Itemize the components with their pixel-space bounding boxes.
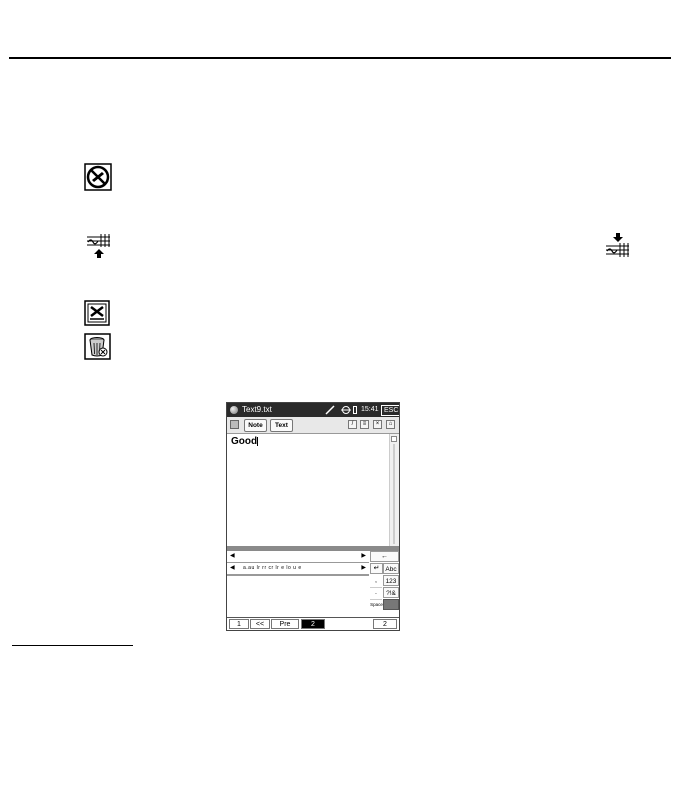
scroll-thumb[interactable] xyxy=(391,436,397,442)
close-icon[interactable]: × xyxy=(373,420,382,429)
delete-page-icon xyxy=(84,300,110,326)
page-navigator: 1 << Pre 2 2 xyxy=(227,617,399,630)
comma-key[interactable]: , xyxy=(370,576,382,588)
menu-icon[interactable] xyxy=(230,420,239,429)
text-button[interactable]: Text xyxy=(270,419,293,432)
right-arrow-icon[interactable]: ▶ xyxy=(361,551,366,562)
prev-button[interactable]: Pre xyxy=(271,619,299,629)
left-arrow-icon[interactable]: ◀ xyxy=(230,551,235,562)
candidate-row[interactable]: ◀ a.au lr rr cr lr e lo u e ▶ xyxy=(227,563,369,575)
note-button[interactable]: Note xyxy=(244,419,267,432)
enter-button[interactable]: ↵ xyxy=(370,563,383,574)
first-page-button[interactable]: 1 xyxy=(229,619,249,629)
current-page: 2 xyxy=(301,619,325,629)
text-caret xyxy=(257,436,259,446)
header-rule xyxy=(9,57,671,59)
input-row[interactable]: ◀ ▶ xyxy=(227,551,369,563)
left-arrow-icon[interactable]: ◀ xyxy=(230,563,235,574)
pen-tool-icon[interactable]: / xyxy=(348,420,357,429)
scroll-rail xyxy=(393,444,395,544)
toolbar: Note Text / ≡ × ⌂ xyxy=(227,417,399,434)
trash-icon[interactable]: ⌂ xyxy=(386,420,395,429)
move-up-icon xyxy=(86,233,112,259)
vertical-scrollbar[interactable] xyxy=(389,434,399,546)
clock: 15:41 xyxy=(361,406,379,413)
handwriting-area[interactable] xyxy=(227,575,369,614)
battery-icon xyxy=(353,406,357,414)
document-text-area[interactable]: Good xyxy=(228,434,388,546)
format-icon[interactable]: ≡ xyxy=(360,420,369,429)
move-down-icon xyxy=(605,232,631,258)
keyboard-icon[interactable] xyxy=(383,599,399,610)
esc-button[interactable]: ESC xyxy=(381,405,399,416)
title-bar: Text9.txt 15:41 ESC xyxy=(227,403,399,417)
number-mode-button[interactable]: 123 xyxy=(383,575,399,586)
right-arrow-icon[interactable]: ▶ xyxy=(361,563,366,574)
file-name: Text9.txt xyxy=(242,405,272,414)
symbol-mode-button[interactable]: ?!& xyxy=(383,587,399,598)
back-button[interactable]: << xyxy=(250,619,270,629)
app-icon xyxy=(230,406,238,414)
trash-can-icon xyxy=(84,333,111,360)
space-key[interactable]: Space xyxy=(370,599,383,610)
backspace-button[interactable]: ← xyxy=(370,551,399,562)
footnote-rule xyxy=(12,645,133,646)
abc-mode-button[interactable]: Abc xyxy=(383,563,399,574)
last-page-button[interactable]: 2 xyxy=(373,619,397,629)
candidate-list[interactable]: a.au lr rr cr lr e lo u e xyxy=(243,563,302,574)
document-text: Good xyxy=(231,436,258,447)
no-writing-icon xyxy=(84,163,112,191)
device-screenshot: Text9.txt 15:41 ESC Note Text / ≡ × ⌂ Go… xyxy=(226,402,400,631)
